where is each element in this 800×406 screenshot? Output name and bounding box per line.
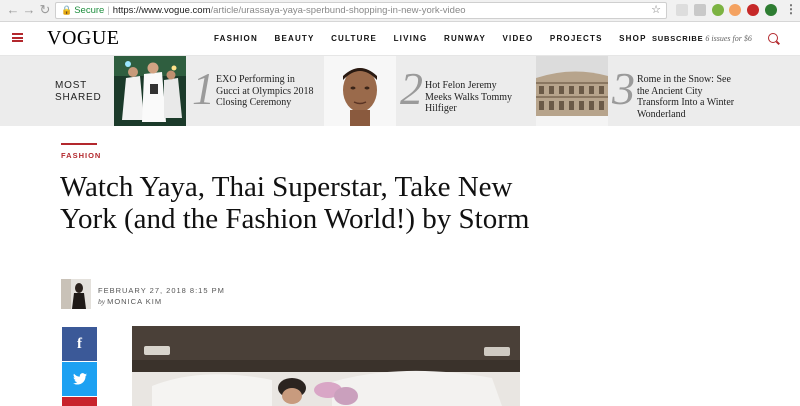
most-shared-item[interactable]: 1 EXO Performing in Gucci at Olympics 20…: [114, 56, 324, 126]
nav-runway[interactable]: RUNWAY: [444, 34, 486, 43]
author-avatar[interactable]: [61, 279, 91, 309]
site-header: VOGUE FASHION BEAUTY CULTURE LIVING RUNW…: [0, 22, 800, 56]
most-shared-title[interactable]: Rome in the Snow: See the Ancient City T…: [637, 74, 741, 120]
jeremy-meeks-thumbnail: [324, 56, 396, 126]
bookmark-star-icon[interactable]: ☆: [651, 3, 661, 18]
nav-projects[interactable]: PROJECTS: [550, 34, 603, 43]
rank-number: 1: [192, 63, 215, 114]
lock-icon: 🔒: [61, 5, 73, 15]
article-hero-video[interactable]: [132, 326, 520, 406]
most-shared-label: MOST SHARED: [55, 80, 102, 103]
facebook-icon: f: [77, 336, 82, 352]
nav-shop[interactable]: SHOP: [619, 34, 646, 43]
extension-icon[interactable]: [747, 4, 759, 16]
url-host: https://www.vogue.com: [112, 5, 211, 16]
most-shared-title[interactable]: EXO Performing in Gucci at Olympics 2018…: [216, 74, 316, 109]
article-headline: Watch Yaya, Thai Superstar, Take New Yor…: [60, 171, 530, 235]
url-path: /article/urassaya-yaya-sperbund-shopping…: [210, 5, 466, 16]
extension-icon[interactable]: [765, 4, 777, 16]
extension-icon[interactable]: [694, 4, 706, 16]
nav-video[interactable]: VIDEO: [503, 34, 534, 43]
extension-icon[interactable]: [676, 4, 688, 16]
author-name[interactable]: MONICA KIM: [107, 297, 162, 306]
extension-icon[interactable]: [712, 4, 724, 16]
nav-living[interactable]: LIVING: [394, 34, 428, 43]
facebook-share-button[interactable]: f: [62, 327, 97, 361]
secure-label: Secure: [74, 5, 105, 16]
vogue-logo[interactable]: VOGUE: [47, 27, 120, 50]
address-bar[interactable]: 🔒 Secure | https://www.vogue.com/article/ur…: [55, 2, 667, 19]
url-separator: |: [107, 5, 110, 16]
pinterest-share-button[interactable]: [62, 397, 97, 406]
kicker-rule: [61, 143, 97, 145]
subscribe-offer: 6 issues for $6: [705, 34, 752, 43]
twitter-share-button[interactable]: [62, 362, 97, 396]
byline: by MONICA KIM: [98, 297, 163, 306]
reload-icon[interactable]: ↻: [38, 3, 52, 17]
nav-fashion[interactable]: FASHION: [214, 34, 258, 43]
browser-menu-icon[interactable]: ⋮: [785, 2, 797, 16]
article-category[interactable]: FASHION: [61, 151, 101, 160]
most-shared-item[interactable]: 3 Rome in the Snow: See the Ancient City…: [536, 56, 746, 126]
rank-number: 2: [400, 63, 423, 114]
exo-thumbnail: [114, 56, 186, 126]
nav-culture[interactable]: CULTURE: [331, 34, 377, 43]
subscribe-label: SUBSCRIBE: [652, 34, 704, 43]
hamburger-menu-icon[interactable]: [12, 33, 23, 42]
twitter-icon: [72, 373, 87, 385]
nav-beauty[interactable]: BEAUTY: [274, 34, 314, 43]
browser-toolbar: ← → ↻ 🔒 Secure | https://www.vogue.com/arti…: [0, 0, 800, 22]
search-icon[interactable]: [768, 33, 778, 43]
rank-number: 3: [612, 63, 635, 114]
publish-date: FEBRUARY 27, 2018 8:15 PM: [98, 286, 225, 295]
subscribe-link[interactable]: SUBSCRIBE 6 issues for $6: [652, 34, 752, 43]
colosseum-thumbnail: [536, 56, 608, 126]
most-shared-title[interactable]: Hot Felon Jeremy Meeks Walks Tommy Hilfi…: [425, 80, 525, 115]
most-shared-item[interactable]: 2 Hot Felon Jeremy Meeks Walks Tommy Hil…: [324, 56, 536, 126]
back-arrow-icon[interactable]: ←: [6, 3, 20, 17]
extension-icon[interactable]: [729, 4, 741, 16]
forward-arrow-icon[interactable]: →: [22, 3, 36, 17]
most-shared-strip: MOST SHARED 1 EXO Performing in Gucci at…: [0, 56, 800, 126]
main-nav: FASHION BEAUTY CULTURE LIVING RUNWAY VID…: [214, 34, 663, 43]
